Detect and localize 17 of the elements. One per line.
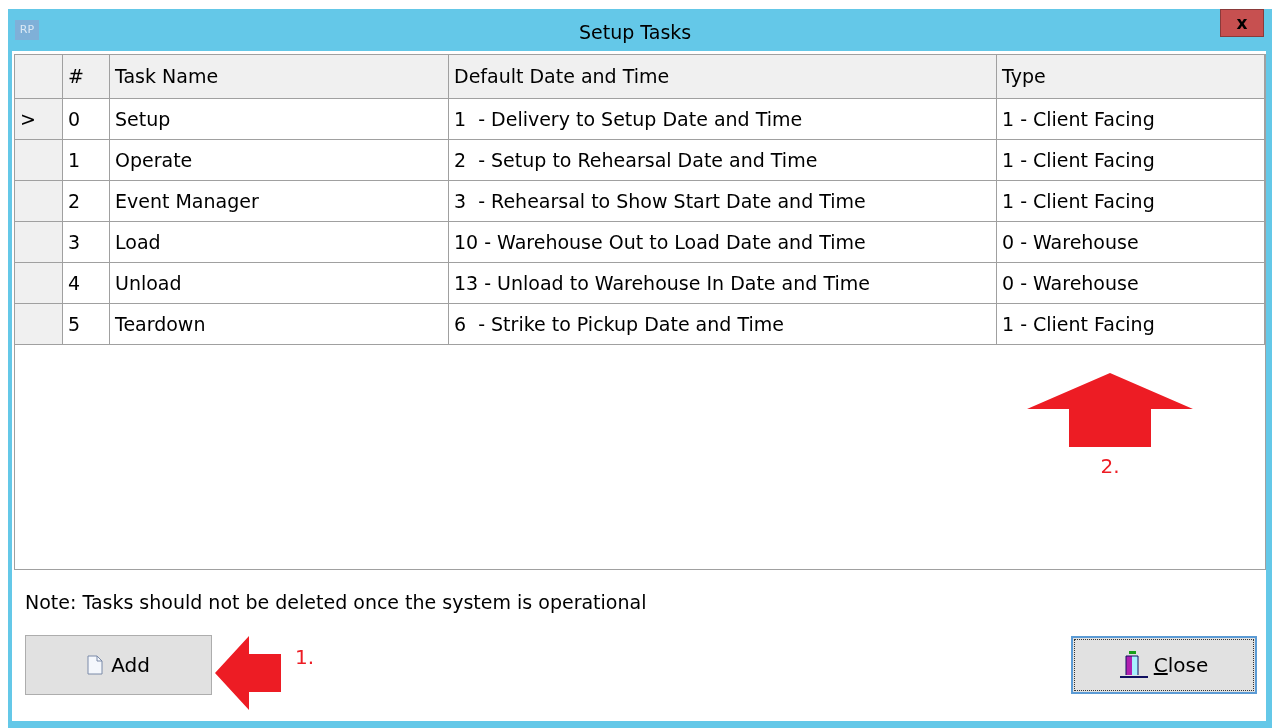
column-header: Default Date and Time [449,55,997,98]
add-button[interactable]: Add [25,634,212,695]
document-icon [87,654,104,675]
window-close-button[interactable]: x [1220,9,1264,37]
column-header: Task Name [110,55,449,98]
column-header: Type [997,55,1265,98]
app-badge: RP [15,20,39,40]
column-header: # [63,55,110,98]
up-arrow-icon [1027,373,1193,447]
annotation-label: 2. [1100,453,1120,480]
close-dialog-button[interactable]: Close [1071,635,1257,694]
annotation-label: 1. [295,644,315,671]
door-exit-icon [1119,650,1148,679]
note-text: Note: Tasks should not be deleted once the system is operational [25,590,648,615]
current-row-marker: > [20,106,36,132]
window-title: Setup Tasks [579,20,692,45]
left-arrow-icon [215,636,281,710]
